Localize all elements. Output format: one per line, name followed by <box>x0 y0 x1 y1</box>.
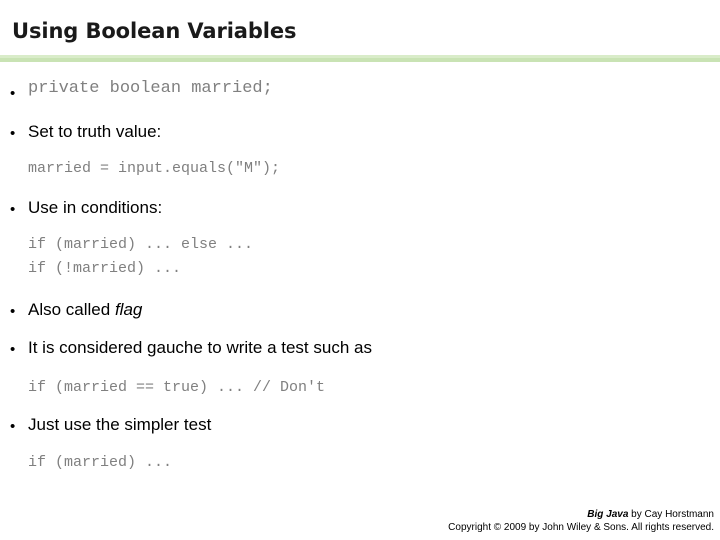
bullet-icon: • <box>10 418 16 435</box>
code-block: if (married) ... else ... if (!married) … <box>28 236 254 277</box>
bullet-icon: • <box>10 303 16 320</box>
code-block: if (married) ... <box>28 454 173 471</box>
title-divider-highlight <box>0 55 720 58</box>
footer-copyright: Copyright © 2009 by John Wiley & Sons. A… <box>448 522 714 533</box>
bullet-label: Use in conditions: <box>28 198 163 217</box>
list-item: • private boolean married; <box>0 78 720 101</box>
bullet-label: Set to truth value: <box>28 122 162 141</box>
bullet-label: It is considered gauche to write a test … <box>28 338 372 357</box>
slide-body: • private boolean married; • Set to trut… <box>0 78 720 475</box>
code-text: private boolean married; <box>28 79 273 98</box>
slide: Using Boolean Variables • private boolea… <box>0 0 720 540</box>
title-block: Using Boolean Variables <box>0 18 720 44</box>
bullet-icon: • <box>10 85 16 102</box>
bullet-icon: • <box>10 201 16 218</box>
code-block: married = input.equals("M"); <box>28 160 281 177</box>
bullet-icon: • <box>10 341 16 358</box>
bullet-label-text: Also called <box>28 300 115 319</box>
footer-book-title: Big Java <box>587 509 629 520</box>
list-item: • Use in conditions: <box>0 197 720 219</box>
footer-author: by Cay Horstmann <box>628 509 714 520</box>
list-item: • Set to truth value: <box>0 121 720 143</box>
bullet-label-emphasis: flag <box>114 300 143 319</box>
page-title: Using Boolean Variables <box>12 19 297 43</box>
bullet-label: Also called flag <box>28 299 142 321</box>
bullet-label: Just use the simpler test <box>28 415 212 434</box>
bullet-icon: • <box>10 125 16 142</box>
list-item: • It is considered gauche to write a tes… <box>0 337 720 359</box>
list-item: • Also called flag <box>0 299 720 321</box>
list-item: • Just use the simpler test <box>0 414 720 436</box>
footer-attribution: Big Java by Cay Horstmann <box>448 508 714 521</box>
footer: Big Java by Cay Horstmann Copyright © 20… <box>448 508 714 534</box>
title-divider <box>0 55 720 62</box>
code-block: if (married == true) ... // Don't <box>28 379 326 396</box>
